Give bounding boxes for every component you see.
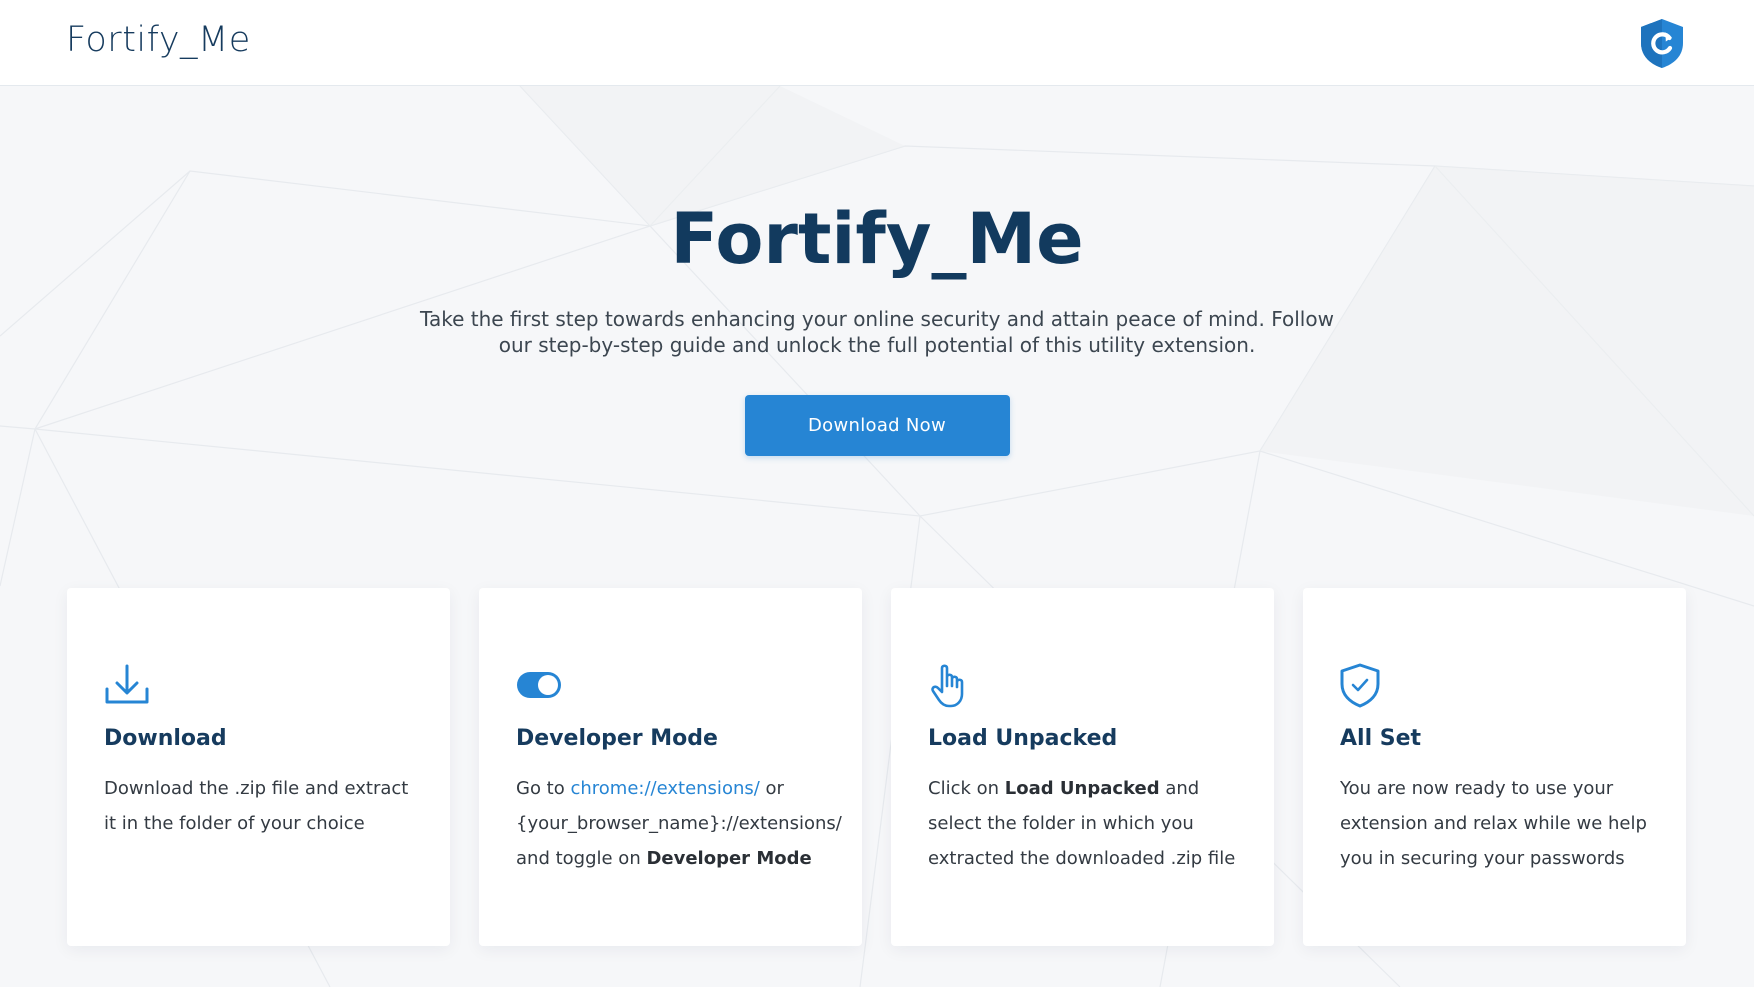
step-text: You are now ready to use your extension … bbox=[1340, 778, 1647, 869]
step-text-prefix: Go to bbox=[516, 778, 571, 799]
brand-link[interactable]: Fortify_Me bbox=[66, 20, 251, 60]
step-card-developer-mode: Developer Mode Go to chrome://extensions… bbox=[479, 588, 862, 946]
hero-title: Fortify_Me bbox=[670, 198, 1084, 280]
download-icon bbox=[105, 664, 149, 704]
chrome-extensions-link[interactable]: chrome://extensions/ bbox=[570, 778, 759, 799]
step-text-bold: Load Unpacked bbox=[1004, 778, 1160, 799]
step-title: All Set bbox=[1340, 726, 1422, 751]
download-now-button[interactable]: Download Now bbox=[744, 395, 1010, 456]
step-text: Download the .zip file and extract it in… bbox=[104, 778, 409, 834]
top-nav: Fortify_Me bbox=[0, 0, 1754, 86]
step-title: Load Unpacked bbox=[928, 726, 1118, 751]
step-title: Developer Mode bbox=[516, 726, 718, 751]
pointer-hand-icon bbox=[931, 664, 964, 708]
step-title: Download bbox=[104, 726, 227, 751]
shield-check-icon bbox=[1340, 663, 1380, 708]
shield-refresh-icon[interactable] bbox=[1637, 17, 1687, 69]
hero-section: Fortify_Me Take the first step towards e… bbox=[0, 86, 1754, 456]
step-card-load-unpacked: Load Unpacked Click on Load Unpacked and… bbox=[891, 588, 1274, 946]
toggle-icon bbox=[517, 672, 561, 698]
step-text-prefix: Click on bbox=[928, 778, 1005, 799]
step-text-bold: Developer Mode bbox=[646, 848, 812, 869]
step-text: Click on Load Unpacked and select the fo… bbox=[928, 771, 1237, 876]
step-card-download: Download Download the .zip file and extr… bbox=[67, 588, 450, 946]
step-card-all-set: All Set You are now ready to use your ex… bbox=[1303, 588, 1686, 946]
step-text: Go to chrome://extensions/ or {your_brow… bbox=[516, 771, 842, 876]
hero-description: Take the first step towards enhancing yo… bbox=[420, 307, 1334, 357]
